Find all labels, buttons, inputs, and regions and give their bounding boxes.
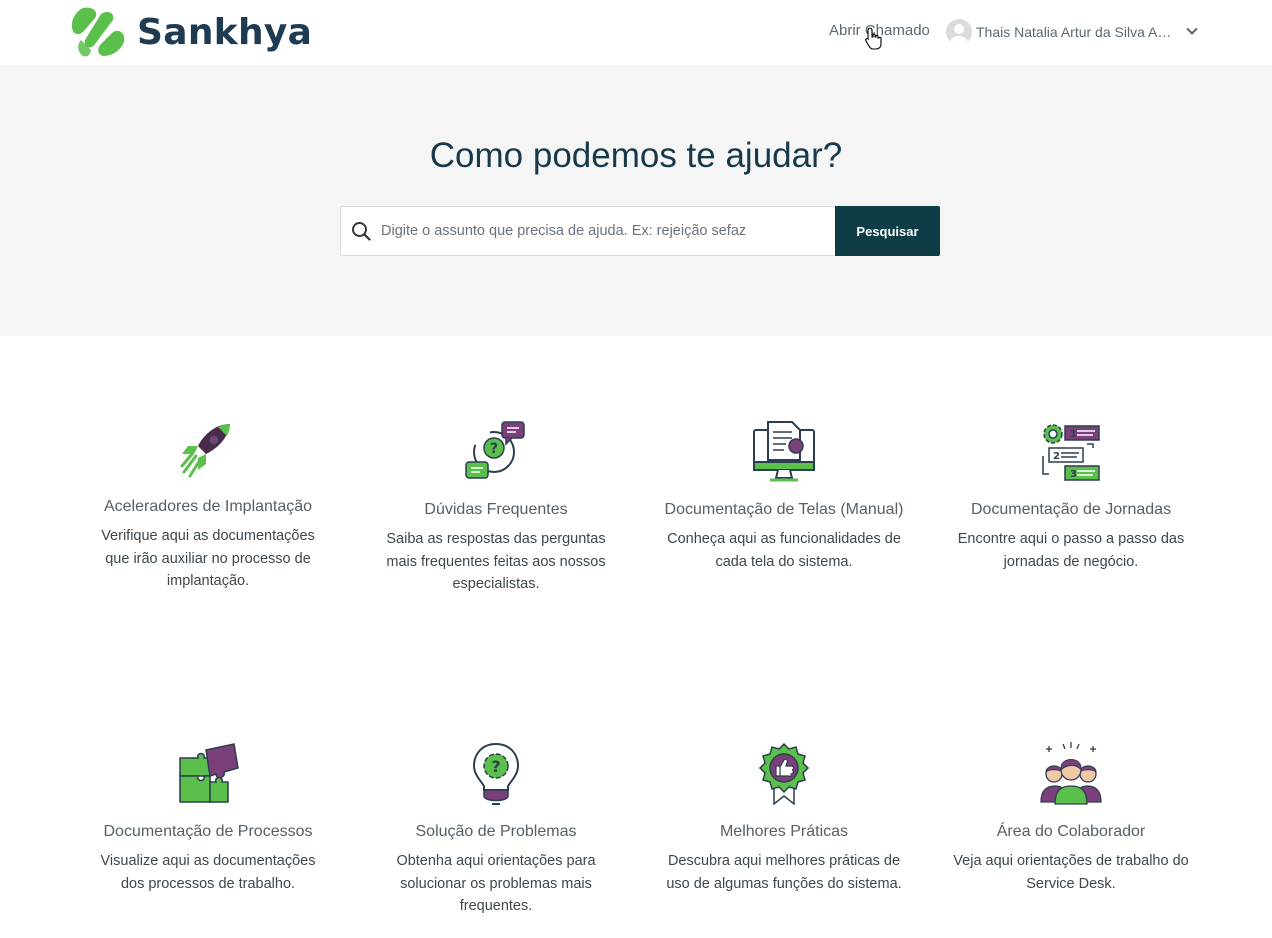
brand-logo[interactable]: Sankhya [69,6,312,58]
search-box [340,206,835,256]
search-form: Pesquisar [340,206,940,256]
category-area-colaborador[interactable]: Área do Colaborador Veja aqui orientaçõe… [951,742,1191,895]
badge-thumbs-up-icon [758,742,810,806]
category-melhores-praticas[interactable]: Melhores Práticas Descubra aqui melhores… [664,742,904,895]
user-menu[interactable]: Thais Natalia Artur da Silva Ar... [946,19,1198,45]
search-button[interactable]: Pesquisar [835,206,940,256]
sankhya-logo-icon [71,7,125,57]
puzzle-icon [179,743,239,803]
category-title: Documentação de Processos [103,823,313,840]
category-title: Dúvidas Frequentes [424,501,568,518]
brand-name: Sankhya [137,11,313,53]
category-duvidas-frequentes[interactable]: ? Dúvidas Frequentes Saiba as respostas … [376,420,616,596]
svg-text:?: ? [490,441,498,457]
site-header: Sankhya Abrir Chamado Thais Natalia Artu… [0,0,1272,67]
search-input[interactable] [381,207,835,255]
category-title: Melhores Práticas [719,823,849,840]
hero-section: Como podemos te ajudar? Pesquisar [0,68,1272,336]
category-description: Verifique aqui as documentações que irão… [101,528,315,590]
category-title: Área do Colaborador [996,823,1146,840]
lightbulb-gear-icon: ? [472,742,520,805]
team-icon [1040,742,1102,805]
category-documentacao-processos[interactable]: Documentação de Processos Visualize aqui… [88,742,328,895]
category-description: Veja aqui orientações de trabalho do Ser… [953,853,1189,892]
category-title: Documentação de Telas (Manual) [664,501,904,518]
category-title: Solução de Problemas [415,823,577,840]
category-aceleradores[interactable]: Aceleradores de Implantação Verifique aq… [88,420,328,593]
svg-text:2: 2 [1053,451,1060,462]
svg-text:3: 3 [1070,469,1077,480]
category-documentacao-telas[interactable]: Documentação de Telas (Manual) Conheça a… [664,420,904,573]
category-description: Conheça aqui as funcionalidades de cada … [667,531,901,570]
category-solucao-problemas[interactable]: ? Solução de Problemas Obtenha aqui orie… [376,742,616,918]
category-description: Descubra aqui melhores práticas de uso d… [666,853,902,892]
workflow-steps-icon: 1 2 3 [1042,424,1100,481]
svg-text:1: 1 [1070,429,1077,440]
hand-pointer-cursor-icon [865,27,882,50]
category-description: Encontre aqui o passo a passo das jornad… [957,531,1185,570]
search-icon [341,206,381,256]
category-documentacao-jornadas[interactable]: 1 2 3 Documentação de Jornadas Encontre … [951,420,1191,573]
monitor-document-icon [753,421,815,482]
category-title: Documentação de Jornadas [970,501,1172,518]
category-description: Saiba as respostas das perguntas mais fr… [386,531,606,593]
chevron-down-icon [1186,23,1198,35]
question-chat-icon: ? [465,421,525,479]
category-description: Obtenha aqui orientações para solucionar… [396,853,596,915]
rocket-icon [180,424,230,478]
page-title: Como podemos te ajudar? [429,136,843,175]
avatar-icon [946,19,972,45]
category-description: Visualize aqui as documentações dos proc… [100,853,316,892]
category-title: Aceleradores de Implantação [103,498,313,515]
user-name: Thais Natalia Artur da Silva Ar... [976,24,1172,40]
svg-text:?: ? [491,757,500,776]
